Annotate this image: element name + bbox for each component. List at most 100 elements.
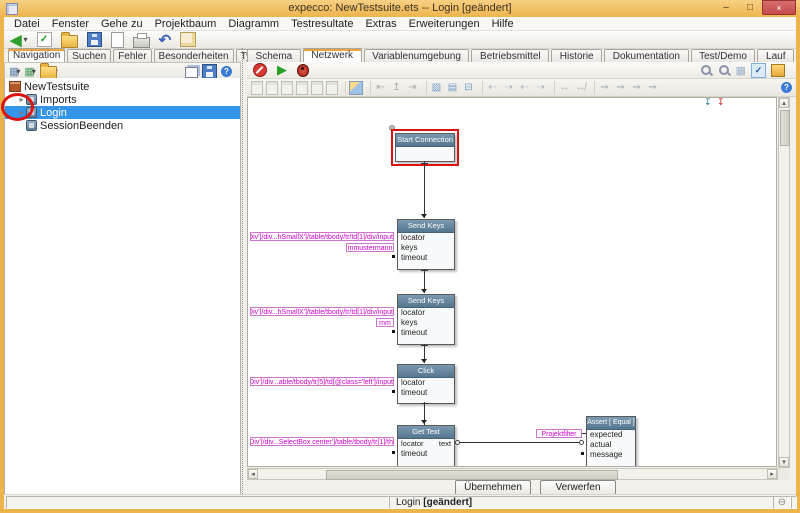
menu-testresultate[interactable]: Testresultate: [285, 18, 359, 30]
detach-window-icon[interactable]: [185, 66, 198, 78]
maximize-button[interactable]: □: [738, 0, 762, 15]
help-icon[interactable]: ?: [781, 82, 792, 93]
pin-icon-blue[interactable]: ↧: [704, 98, 712, 107]
node-get-text[interactable]: Get Text locator text timeout: [397, 425, 455, 466]
menu-erweiterungen[interactable]: Erweiterungen: [403, 18, 486, 30]
value-label-locator[interactable]: ntentDiv']/div...able/tbody/tr[5]/td[@cl…: [250, 377, 394, 386]
menu-datei[interactable]: Datei: [8, 18, 46, 30]
pin-locator[interactable]: locator: [398, 378, 454, 388]
grid-toggle-icon[interactable]: ▦: [736, 64, 746, 77]
category-view-dropdown-icon[interactable]: ▾: [32, 67, 36, 76]
tab-besonderheiten[interactable]: Besonderheiten: [153, 49, 234, 62]
pin-locator[interactable]: locator: [401, 439, 424, 449]
node-title: Click: [398, 365, 454, 378]
menu-gehe-zu[interactable]: Gehe zu: [95, 18, 149, 30]
apply-button[interactable]: Übernehmen: [455, 480, 531, 495]
pin-actual[interactable]: actual: [587, 440, 635, 450]
pin-locator[interactable]: locator: [398, 233, 454, 243]
print-icon[interactable]: [132, 32, 150, 48]
network-diagram-canvas[interactable]: ↧ ↧ Start Connection Send Keys locator k…: [247, 97, 777, 467]
tree-item-sessionbeenden[interactable]: SessionBeenden: [5, 119, 240, 132]
snap-checkbox-icon[interactable]: ✓: [751, 62, 766, 78]
add-step-icon[interactable]: ▧: [430, 81, 443, 94]
move-up-icon: ↥: [392, 82, 401, 93]
scroll-down-icon[interactable]: ▾: [779, 457, 789, 467]
scroll-right-icon[interactable]: ▸: [767, 469, 777, 479]
tab-dokumentation[interactable]: Dokumentation: [604, 49, 689, 62]
tab-fehler[interactable]: Fehler: [113, 49, 152, 62]
tab-suchen[interactable]: Suchen: [67, 49, 112, 62]
zoom-in-icon[interactable]: [700, 64, 713, 77]
vertical-scroll-thumb[interactable]: [780, 110, 790, 146]
back-icon[interactable]: ◀: [10, 31, 22, 49]
notes-icon[interactable]: [771, 63, 785, 77]
clear-breakpoints-icon[interactable]: [253, 63, 267, 77]
move-left-icon: ⇤: [376, 82, 385, 93]
open-folder-icon[interactable]: [60, 31, 78, 48]
pin-icon-red[interactable]: ↧: [717, 98, 725, 107]
tab-historie[interactable]: Historie: [551, 49, 603, 62]
tab-betriebsmittel[interactable]: Betriebsmittel: [471, 49, 550, 62]
tab-netzwerk[interactable]: Netzwerk: [302, 48, 362, 62]
menu-projektbaum[interactable]: Projektbaum: [149, 18, 223, 30]
minimize-button[interactable]: –: [714, 0, 738, 15]
pin-text-out[interactable]: text: [439, 439, 451, 449]
tab-variablenumgebung[interactable]: Variablenumgebung: [363, 49, 470, 62]
title-bar[interactable]: expecco: NewTestsuite.ets -- Login [geän…: [0, 0, 800, 17]
status-collapse-icon[interactable]: ⊖: [773, 496, 791, 509]
node-assert-equal[interactable]: Assert [ Equal ] expected actual message: [586, 416, 636, 466]
tab-lauf[interactable]: Lauf: [757, 49, 795, 62]
pin-timeout[interactable]: timeout: [398, 253, 454, 263]
value-label-locator[interactable]: ntentDiv']/div...hSmallX']/table/tbody/t…: [250, 307, 394, 316]
tree-item-newtestsuite[interactable]: NewTestsuite: [5, 80, 240, 93]
pin-timeout[interactable]: timeout: [398, 449, 454, 459]
tab-test-demo[interactable]: Test/Demo: [690, 49, 756, 62]
settings-notebook-icon[interactable]: [180, 32, 197, 47]
discard-button[interactable]: Verwerfen: [540, 480, 616, 495]
value-label-locator[interactable]: ntentDiv']/div...hSmallX']/table/tbody/t…: [250, 232, 394, 241]
menu-hilfe[interactable]: Hilfe: [486, 18, 520, 30]
value-label-locator[interactable]: ntentDiv']/div...SelectBox center']/tabl…: [250, 437, 394, 446]
accept-document-icon[interactable]: ✓: [36, 32, 52, 47]
tab-schema[interactable]: Schema: [247, 49, 301, 62]
pin-timeout[interactable]: timeout: [398, 388, 454, 398]
import-block-icon[interactable]: [349, 80, 363, 95]
value-label-expected[interactable]: Projektfilter: [536, 429, 582, 438]
menu-diagramm[interactable]: Diagramm: [222, 18, 285, 30]
zoom-out-icon[interactable]: [718, 64, 731, 77]
menu-extras[interactable]: Extras: [359, 18, 402, 30]
new-document-icon[interactable]: [110, 31, 124, 48]
save-tree-icon[interactable]: [202, 63, 217, 79]
tree-item-imports[interactable]: ▸ Imports: [5, 93, 240, 106]
close-button[interactable]: ×: [762, 0, 796, 15]
value-label-keys[interactable]: mm: [376, 318, 394, 327]
scroll-left-icon[interactable]: ◂: [248, 469, 258, 479]
vertical-scrollbar[interactable]: ▴ ▾: [778, 97, 790, 468]
pin-timeout[interactable]: timeout: [398, 328, 454, 338]
pin-keys[interactable]: keys: [398, 243, 454, 253]
tree-item-login[interactable]: ▸ Login: [5, 106, 240, 119]
resize-step-icon[interactable]: ▤: [446, 81, 459, 94]
node-click[interactable]: Click locator timeout: [397, 364, 455, 404]
doc-tool-icon-2: [266, 80, 278, 95]
value-label-keys[interactable]: mmustermann: [346, 243, 394, 252]
back-dropdown-icon[interactable]: ▾: [24, 35, 28, 44]
merge-step-icon[interactable]: ⊟: [462, 81, 475, 94]
node-send-keys-2[interactable]: Send Keys locator keys timeout: [397, 294, 455, 345]
tab-navigation[interactable]: Navigation: [8, 48, 66, 62]
node-send-keys-1[interactable]: Send Keys locator keys timeout: [397, 219, 455, 270]
scroll-up-icon[interactable]: ▴: [779, 98, 789, 108]
pin-locator[interactable]: locator: [398, 308, 454, 318]
help-icon[interactable]: ?: [221, 65, 232, 77]
run-icon[interactable]: ▶: [277, 62, 287, 78]
tree-view-dropdown-icon[interactable]: ▾: [16, 67, 20, 76]
undo-icon[interactable]: ↶: [159, 31, 172, 49]
horizontal-scrollbar[interactable]: ◂ ▸: [247, 468, 778, 480]
save-icon[interactable]: [86, 32, 102, 47]
pin-message[interactable]: message: [587, 450, 635, 460]
pin-expected[interactable]: expected: [587, 430, 635, 440]
horizontal-scroll-thumb[interactable]: [326, 470, 618, 480]
debug-bug-icon[interactable]: [297, 63, 309, 77]
pin-keys[interactable]: keys: [398, 318, 454, 328]
menu-fenster[interactable]: Fenster: [46, 18, 95, 30]
